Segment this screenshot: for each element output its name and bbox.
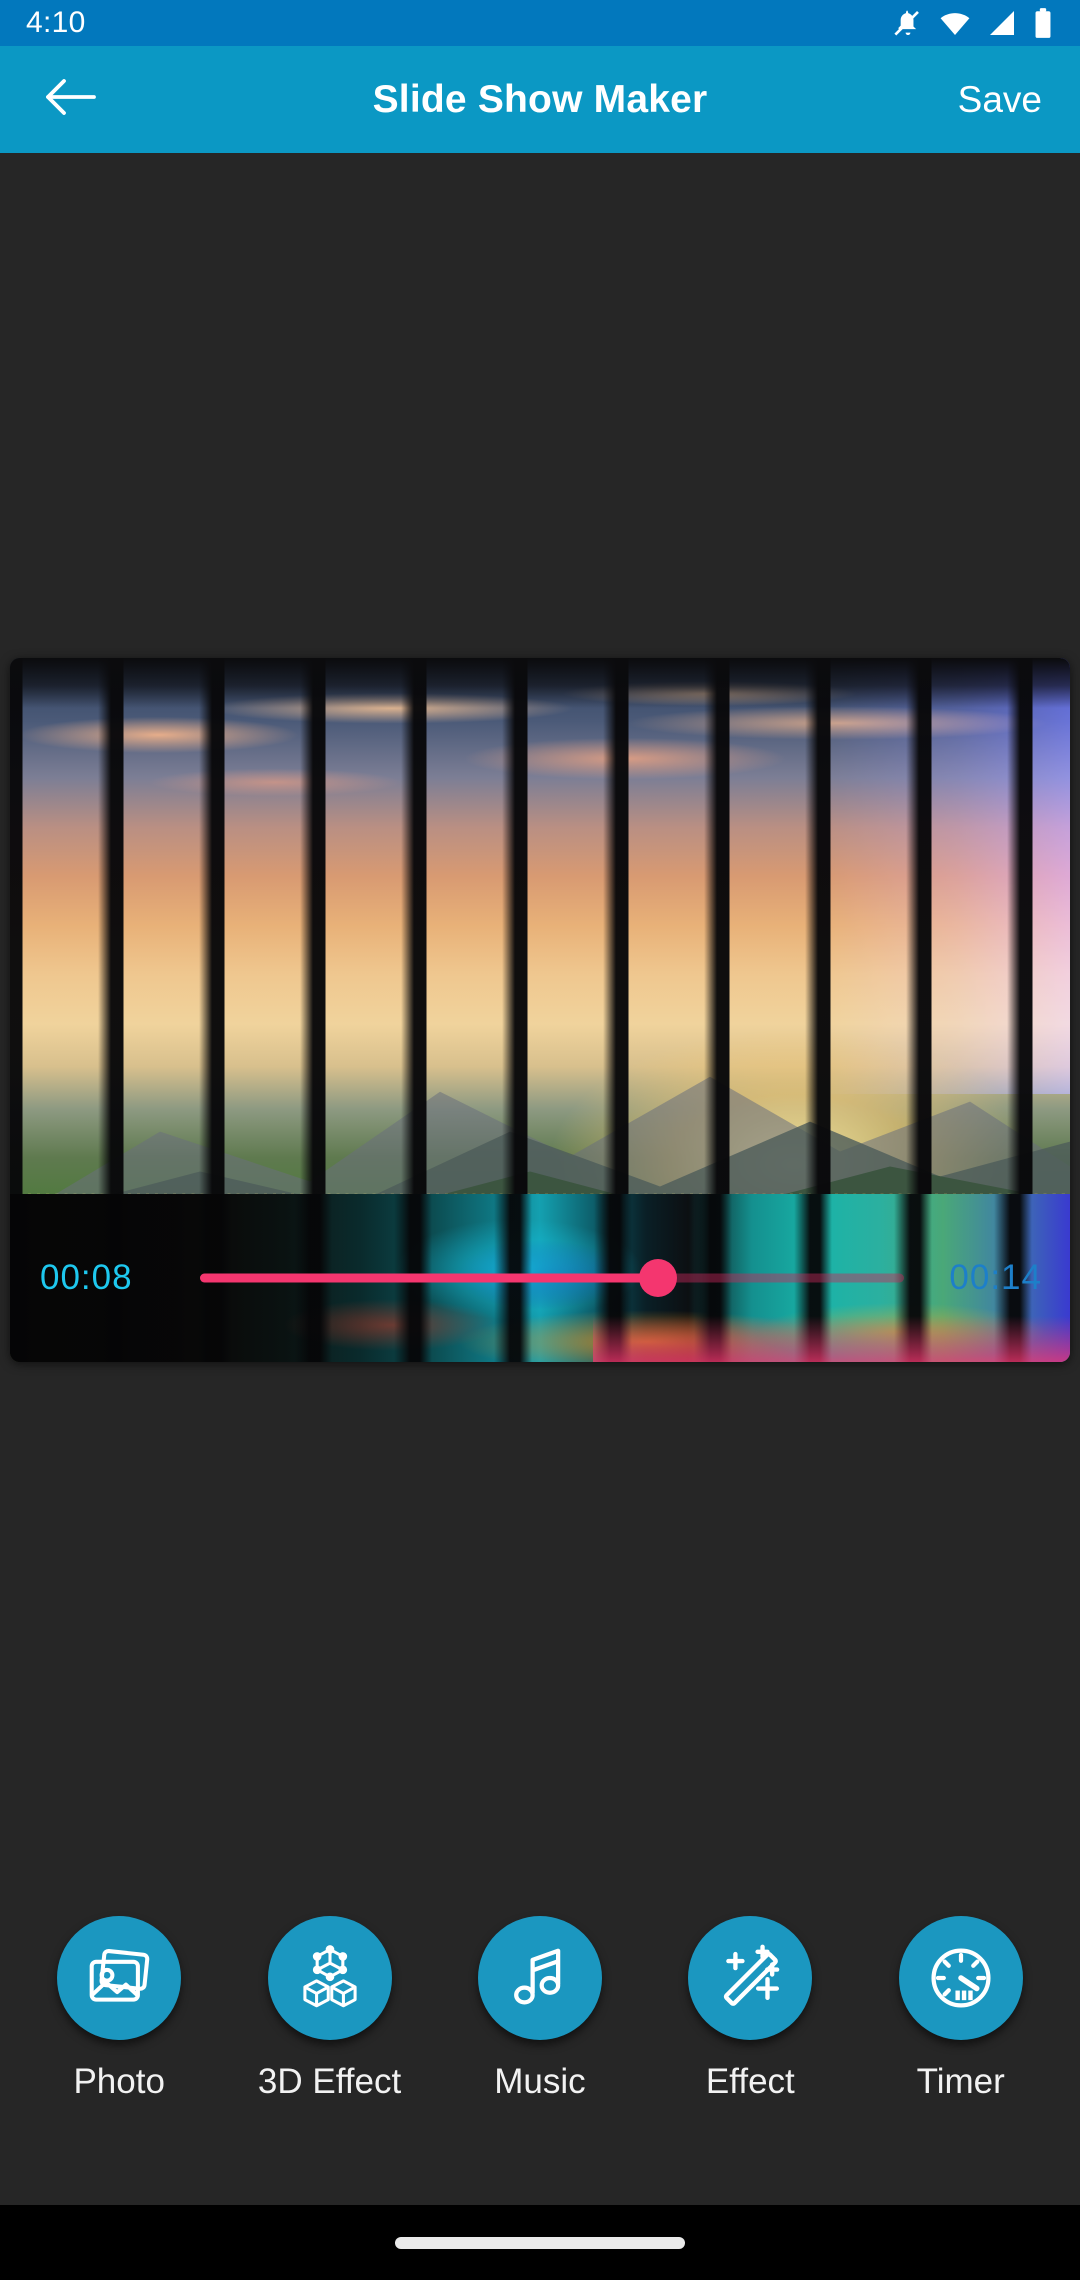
home-pill-indicator[interactable] bbox=[395, 2236, 685, 2249]
tool-music[interactable]: Music bbox=[445, 1916, 635, 2102]
total-time-label: 00:14 bbox=[949, 1258, 1042, 1297]
photo-stack-icon bbox=[83, 1942, 155, 2014]
notifications-off-icon bbox=[892, 7, 924, 39]
wifi-icon bbox=[938, 7, 972, 39]
status-bar: 4:10 bbox=[0, 0, 1080, 46]
tool-music-label: Music bbox=[494, 2062, 586, 2101]
timeline-pink-glow bbox=[593, 1316, 1070, 1362]
preview-top-shade bbox=[10, 658, 1070, 708]
page-title: Slide Show Maker bbox=[372, 77, 708, 121]
current-time-label: 00:08 bbox=[40, 1258, 133, 1297]
timeline-strip[interactable]: 00:08 00:14 bbox=[10, 1194, 1070, 1362]
tool-3d-effect-label: 3D Effect bbox=[257, 2062, 402, 2101]
save-button[interactable]: Save bbox=[954, 71, 1046, 129]
cellular-signal-icon bbox=[986, 7, 1018, 39]
tool-photo-circle[interactable] bbox=[57, 1916, 182, 2040]
cubes-3d-icon bbox=[295, 1943, 365, 2013]
video-preview-card[interactable]: 00:08 00:14 bbox=[10, 658, 1070, 1362]
music-note-icon bbox=[506, 1944, 574, 2012]
status-bar-icons bbox=[892, 7, 1054, 39]
tool-timer[interactable]: Timer bbox=[866, 1916, 1056, 2102]
battery-icon bbox=[1032, 7, 1054, 39]
app-screen: 4:10 Slide Show Maker Save 00:08 00:14 P… bbox=[0, 0, 1080, 2280]
tool-timer-circle[interactable] bbox=[898, 1916, 1023, 2040]
tool-photo-label: Photo bbox=[73, 2062, 165, 2101]
tool-3d-effect-circle[interactable] bbox=[267, 1916, 392, 2040]
tool-effect[interactable]: Effect bbox=[655, 1916, 845, 2102]
editing-toolbar: Photo 3D Effect Music Effect Timer bbox=[0, 1916, 1080, 2102]
slider-thumb[interactable] bbox=[638, 1259, 677, 1297]
app-bar: Slide Show Maker Save bbox=[0, 46, 1080, 153]
tool-music-circle[interactable] bbox=[477, 1916, 602, 2040]
tool-effect-label: Effect bbox=[705, 2062, 795, 2101]
status-bar-clock: 4:10 bbox=[26, 6, 86, 39]
tool-photo[interactable]: Photo bbox=[24, 1916, 214, 2102]
playback-slider[interactable] bbox=[200, 1258, 904, 1298]
system-navigation-bar bbox=[0, 2205, 1080, 2280]
magic-wand-icon bbox=[715, 1943, 785, 2013]
arrow-back-icon bbox=[42, 74, 98, 125]
tool-timer-label: Timer bbox=[916, 2062, 1005, 2101]
tool-effect-circle[interactable] bbox=[688, 1916, 813, 2040]
tool-3d-effect[interactable]: 3D Effect bbox=[235, 1916, 425, 2102]
clock-timer-icon bbox=[926, 1943, 996, 2013]
back-button[interactable] bbox=[34, 64, 106, 136]
slider-track-fill bbox=[200, 1273, 658, 1283]
